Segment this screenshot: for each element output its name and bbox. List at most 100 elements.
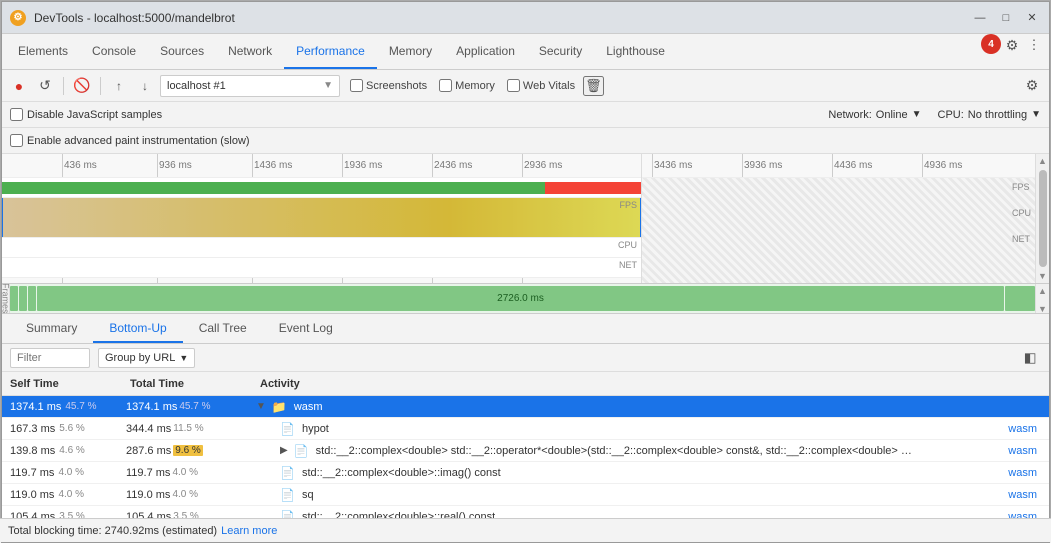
cell-activity-4: 📄 sq wasm bbox=[252, 488, 1049, 502]
memory-checkbox[interactable] bbox=[439, 79, 452, 92]
tab-elements[interactable]: Elements bbox=[6, 34, 80, 69]
frames-area[interactable]: 2726.0 ms bbox=[10, 284, 1035, 313]
activity-name-2: std::__2::complex<double> std::__2::oper… bbox=[316, 445, 916, 457]
filter-row: Group by URL ▼ ◧ bbox=[2, 344, 1049, 372]
table-row[interactable]: 139.8 ms 4.6 % 287.6 ms 9.6 % ▶ 📄 std::_… bbox=[2, 440, 1049, 462]
minimize-button[interactable]: — bbox=[971, 9, 989, 27]
expand-arrow-2[interactable]: ▶ bbox=[280, 445, 288, 456]
clear-button[interactable]: 🚫 bbox=[71, 75, 93, 97]
ruler-mark-936: 936 ms bbox=[157, 154, 192, 177]
scroll-down-arrow[interactable]: ▼ bbox=[1036, 269, 1049, 283]
scroll-up-arrow[interactable]: ▲ bbox=[1036, 154, 1049, 168]
total-pct-3: 4.0 % bbox=[172, 467, 198, 478]
cell-activity-0: ▼ 📁 wasm bbox=[252, 400, 1049, 414]
tab-console[interactable]: Console bbox=[80, 34, 148, 69]
disable-js-samples-checkbox[interactable] bbox=[10, 108, 23, 121]
group-by-select[interactable]: Group by URL ▼ bbox=[98, 348, 195, 368]
cell-self-time-0: 1374.1 ms 45.7 % bbox=[2, 401, 122, 413]
tab-memory[interactable]: Memory bbox=[377, 34, 444, 69]
reload-record-button[interactable]: ↺ bbox=[34, 75, 56, 97]
wasm-link-1[interactable]: wasm bbox=[1008, 423, 1045, 435]
trash-button[interactable]: 🗑 bbox=[583, 76, 604, 96]
memory-checkbox-label[interactable]: Memory bbox=[439, 79, 495, 92]
cell-self-time-2: 139.8 ms 4.6 % bbox=[2, 445, 122, 457]
window-title: DevTools - localhost:5000/mandelbrot bbox=[34, 11, 971, 25]
timeline-ruler: 436 ms 936 ms 1436 ms 1936 ms 2436 ms 29… bbox=[2, 154, 641, 178]
filter-expand-button[interactable]: ◧ bbox=[1019, 347, 1041, 369]
tab-security[interactable]: Security bbox=[527, 34, 594, 69]
tab-lighthouse[interactable]: Lighthouse bbox=[594, 34, 677, 69]
folder-icon-2: 📄 bbox=[294, 444, 309, 458]
wasm-link-3[interactable]: wasm bbox=[1008, 467, 1045, 479]
ruler-mark-1936: 1936 ms bbox=[342, 154, 382, 177]
net-row: CPU bbox=[2, 238, 641, 258]
wasm-link-4[interactable]: wasm bbox=[1008, 489, 1045, 501]
self-pct-4: 4.0 % bbox=[58, 489, 84, 500]
self-time-value-1: 167.3 ms bbox=[10, 423, 55, 435]
tab-bottom-up[interactable]: Bottom-Up bbox=[93, 314, 182, 343]
cpu-setting: CPU: No throttling ▼ bbox=[938, 109, 1042, 121]
learn-more-link[interactable]: Learn more bbox=[221, 525, 277, 537]
timeline-wrapper: 436 ms 936 ms 1436 ms 1936 ms 2436 ms 29… bbox=[2, 154, 1049, 283]
network-dropdown-arrow[interactable]: ▼ bbox=[912, 109, 922, 120]
bottom-tabs: Summary Bottom-Up Call Tree Event Log bbox=[2, 314, 1049, 344]
cell-self-time-1: 167.3 ms 5.6 % bbox=[2, 423, 122, 435]
tab-performance[interactable]: Performance bbox=[284, 34, 377, 69]
disable-js-samples-label[interactable]: Disable JavaScript samples bbox=[10, 108, 162, 121]
more-options-icon[interactable]: ⋮ bbox=[1023, 34, 1045, 56]
cpu-dropdown-arrow[interactable]: ▼ bbox=[1031, 109, 1041, 120]
total-pct-2: 9.6 % bbox=[173, 445, 203, 456]
tab-application[interactable]: Application bbox=[444, 34, 527, 69]
self-pct-3: 4.0 % bbox=[58, 467, 84, 478]
ruler-mark-1436: 1436 ms bbox=[252, 154, 292, 177]
table-row[interactable]: 119.7 ms 4.0 % 119.7 ms 4.0 % 📄 std::__2… bbox=[2, 462, 1049, 484]
perf-settings-button[interactable]: ⚙ bbox=[1021, 75, 1043, 97]
net-right-label: NET bbox=[1012, 234, 1031, 244]
timeline-ruler-2: 436 ms 936 ms 1436 ms 1936 ms 2436 ms 29… bbox=[2, 278, 641, 283]
table-row[interactable]: 167.3 ms 5.6 % 344.4 ms 11.5 % 📄 hypot w… bbox=[2, 418, 1049, 440]
webvitals-checkbox[interactable] bbox=[507, 79, 520, 92]
settings-icon[interactable]: ⚙ bbox=[1001, 34, 1023, 56]
timeline-scrollbar[interactable]: ▲ ▼ bbox=[1035, 154, 1049, 283]
webvitals-checkbox-label[interactable]: Web Vitals bbox=[507, 79, 575, 92]
filter-input[interactable] bbox=[10, 348, 90, 368]
tab-call-tree[interactable]: Call Tree bbox=[183, 314, 263, 343]
tab-summary[interactable]: Summary bbox=[10, 314, 93, 343]
tab-network[interactable]: Network bbox=[216, 34, 284, 69]
header-total-time[interactable]: Total Time bbox=[122, 378, 252, 390]
table-row[interactable]: 119.0 ms 4.0 % 119.0 ms 4.0 % 📄 sq wasm bbox=[2, 484, 1049, 506]
frames-scrollbar[interactable]: ▲ ▼ bbox=[1035, 284, 1049, 313]
activity-name-0: wasm bbox=[294, 401, 323, 413]
header-self-time[interactable]: Self Time bbox=[2, 378, 122, 390]
fps-bar bbox=[2, 182, 641, 194]
activity-name-1: hypot bbox=[302, 423, 329, 435]
scroll-thumb[interactable] bbox=[1039, 170, 1047, 267]
close-button[interactable]: ✕ bbox=[1023, 9, 1041, 27]
upload-button[interactable]: ↑ bbox=[108, 75, 130, 97]
screenshots-checkbox[interactable] bbox=[350, 79, 363, 92]
enable-advanced-paint-checkbox[interactable] bbox=[10, 134, 23, 147]
toolbar: ● ↺ 🚫 ↑ ↓ localhost #1 ▼ Screenshots Mem… bbox=[2, 70, 1049, 102]
timeline-left[interactable]: 436 ms 936 ms 1436 ms 1936 ms 2436 ms 29… bbox=[2, 154, 642, 283]
screenshots-checkbox-label[interactable]: Screenshots bbox=[350, 79, 427, 92]
cpu-value: No throttling bbox=[968, 109, 1027, 121]
frame-bar bbox=[10, 286, 18, 311]
status-text: Total blocking time: 2740.92ms (estimate… bbox=[8, 525, 217, 537]
status-bar: Total blocking time: 2740.92ms (estimate… bbox=[1, 518, 1050, 542]
tab-event-log[interactable]: Event Log bbox=[263, 314, 349, 343]
expand-arrow-0[interactable]: ▼ bbox=[256, 401, 266, 412]
header-activity[interactable]: Activity bbox=[252, 378, 1049, 390]
record-button[interactable]: ● bbox=[8, 75, 30, 97]
download-button[interactable]: ↓ bbox=[134, 75, 156, 97]
enable-advanced-paint-label[interactable]: Enable advanced paint instrumentation (s… bbox=[10, 134, 250, 147]
cell-total-time-3: 119.7 ms 4.0 % bbox=[122, 467, 252, 479]
self-time-value-4: 119.0 ms bbox=[10, 489, 54, 501]
wasm-link-2[interactable]: wasm bbox=[1008, 445, 1045, 457]
frames-scroll-up[interactable]: ▲ bbox=[1036, 284, 1049, 298]
maximize-button[interactable]: □ bbox=[997, 9, 1015, 27]
table-header: Self Time Total Time Activity bbox=[2, 372, 1049, 396]
table-row[interactable]: 1374.1 ms 45.7 % 1374.1 ms 45.7 % ▼ 📁 wa… bbox=[2, 396, 1049, 418]
toolbar-separator-2 bbox=[100, 77, 101, 95]
self-pct-2: 4.6 % bbox=[59, 445, 85, 456]
tab-sources[interactable]: Sources bbox=[148, 34, 216, 69]
